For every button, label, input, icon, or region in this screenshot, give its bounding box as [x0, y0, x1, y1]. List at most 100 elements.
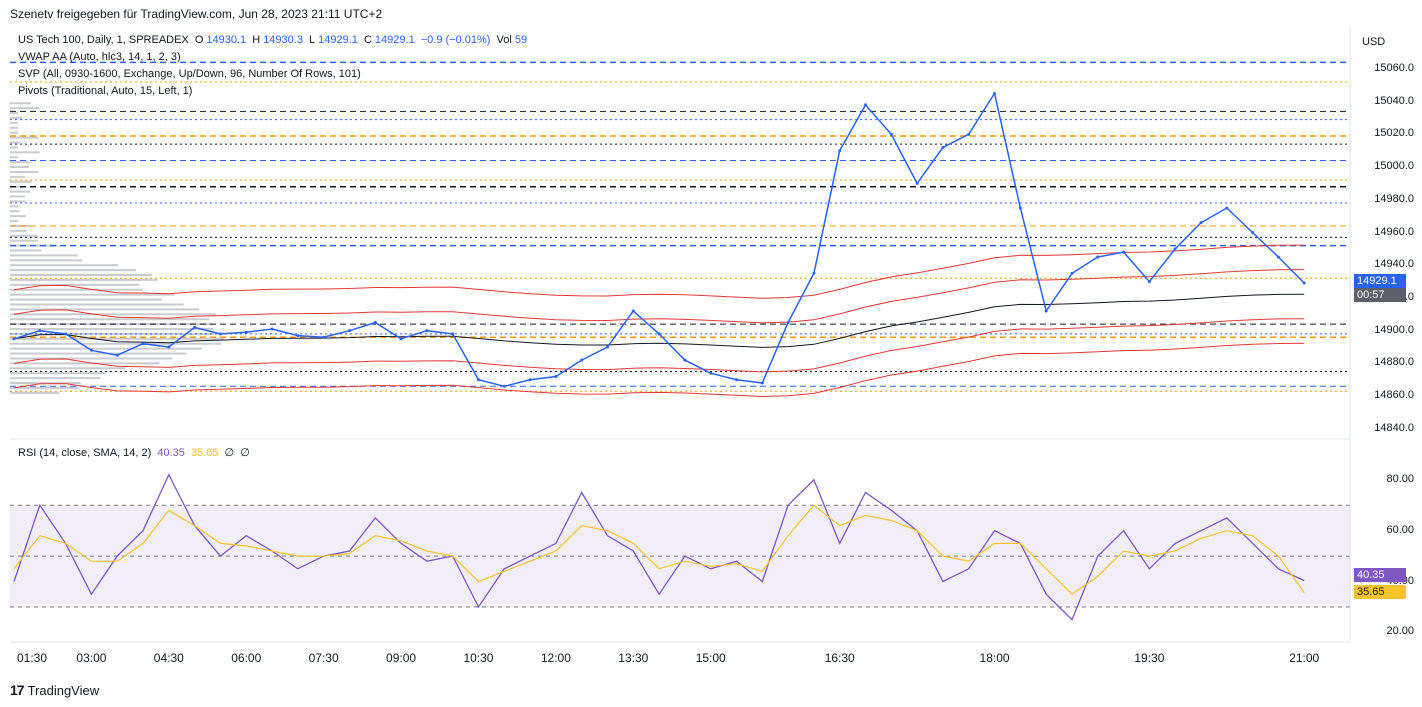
bar-countdown-tag: 00:57: [1354, 288, 1406, 302]
indicator-svp-legend[interactable]: SVP (All, 0930-1600, Exchange, Up/Down, …: [18, 68, 361, 80]
volume-profile-bar: [10, 377, 100, 379]
volume-profile-bar: [10, 357, 172, 359]
price-point: [322, 336, 325, 339]
volume-profile-bar: [10, 313, 216, 315]
volume-profile-bar: [10, 372, 106, 374]
price-point: [761, 382, 764, 385]
volume-profile-bar: [10, 353, 187, 355]
volume-profile-bar: [10, 303, 184, 305]
volume-profile-bar: [10, 112, 18, 114]
volume-profile-bar: [10, 181, 32, 183]
price-point: [1019, 206, 1022, 209]
tradingview-logo[interactable]: 17 TradingView: [10, 682, 99, 698]
time-tick-label: 03:00: [76, 651, 106, 665]
low-label: L: [309, 34, 315, 46]
price-point: [632, 310, 635, 313]
rsi-pane[interactable]: [10, 475, 1350, 620]
indicator-pivots-legend[interactable]: Pivots (Traditional, Auto, 15, Left, 1): [18, 85, 192, 97]
price-point: [735, 378, 738, 381]
price-point: [864, 103, 867, 106]
volume-profile-bar: [10, 220, 18, 222]
volume-profile-bar: [10, 176, 25, 178]
volume-profile-bar: [10, 235, 38, 237]
volume-profile-bar: [10, 166, 29, 168]
time-tick-label: 04:30: [154, 651, 184, 665]
low-value: 14929.1: [318, 34, 358, 46]
high-label: H: [252, 34, 260, 46]
price-tick-label: 14900.0: [1364, 324, 1414, 336]
price-point: [1045, 310, 1048, 313]
price-pane[interactable]: [10, 26, 1350, 437]
price-point: [348, 329, 351, 332]
price-point: [787, 321, 790, 324]
volume-profile-bar: [10, 318, 209, 320]
time-tick-label: 13:30: [618, 651, 648, 665]
open-value: 14930.1: [206, 34, 246, 46]
price-tick-label: 14940.0: [1364, 258, 1414, 270]
price-point: [1070, 272, 1073, 275]
time-tick-label: 18:00: [980, 651, 1010, 665]
rsi-na-1: ∅: [225, 447, 235, 459]
rsi-legend[interactable]: RSI (14, close, SMA, 14, 2) 40.35 35.65 …: [18, 446, 253, 459]
close-label: C: [364, 34, 372, 46]
price-point: [606, 346, 609, 349]
volume-profile-bar: [10, 279, 157, 281]
volume-profile-bar: [10, 367, 126, 369]
volume-profile-bar: [10, 200, 25, 202]
time-tick-label: 21:00: [1289, 651, 1319, 665]
bar-countdown-value: 00:57: [1357, 289, 1403, 301]
volume-value: 59: [515, 34, 527, 46]
price-point: [838, 149, 841, 152]
price-point: [271, 328, 274, 331]
volume-profile-bar: [10, 348, 202, 350]
volume-profile-bar: [10, 156, 18, 158]
price-tick-label: 15040.0: [1364, 95, 1414, 107]
volume-profile-bar: [10, 264, 118, 266]
price-point: [477, 378, 480, 381]
price-point: [503, 385, 506, 388]
symbol-title: US Tech 100, Daily, 1, SPREADEX: [18, 34, 189, 46]
price-point: [890, 133, 893, 136]
volume-profile-bar: [10, 294, 174, 296]
volume-profile-bar: [10, 127, 18, 129]
currency-label[interactable]: USD: [1362, 36, 1385, 48]
volume-profile-bar: [10, 392, 59, 394]
indicator-vwap-legend[interactable]: VWAP AA (Auto, hlc3, 14, 1, 2, 3): [18, 51, 181, 63]
price-tick-label: 14840.0: [1364, 422, 1414, 434]
price-tick-label: 14860.0: [1364, 389, 1414, 401]
time-tick-label: 12:00: [541, 651, 571, 665]
price-point: [812, 272, 815, 275]
price-tick-label: 15000.0: [1364, 160, 1414, 172]
high-value: 14930.3: [263, 34, 303, 46]
time-tick-label: 10:30: [463, 651, 493, 665]
time-tick-label: 07:30: [309, 651, 339, 665]
volume-profile-bar: [10, 107, 39, 109]
price-point: [38, 329, 41, 332]
price-point: [1122, 251, 1125, 254]
rsi-tick-label: 80.00: [1364, 473, 1414, 485]
volume-profile-bar: [10, 161, 30, 163]
tradingview-logo-icon: 17: [10, 682, 24, 698]
symbol-legend[interactable]: US Tech 100, Daily, 1, SPREADEX O14930.1…: [18, 34, 530, 46]
price-point: [1277, 256, 1280, 259]
volume-profile-bar: [10, 299, 162, 301]
rsi-title: RSI (14, close, SMA, 14, 2): [18, 447, 151, 459]
price-point: [1096, 256, 1099, 259]
change-value: −0.9 (−0.01%): [421, 34, 491, 46]
price-point: [90, 349, 93, 352]
time-tick-label: 01:30: [17, 651, 47, 665]
volume-profile-bar: [10, 254, 78, 256]
volume-profile-bar: [10, 137, 38, 139]
rsi-sma-tag-value: 35.65: [1357, 586, 1403, 598]
price-tick-label: 14980.0: [1364, 193, 1414, 205]
price-point: [1199, 221, 1202, 224]
price-point: [1251, 231, 1254, 234]
volume-profile-bar: [10, 210, 19, 212]
volume-profile-bar: [10, 142, 20, 144]
price-point: [554, 375, 557, 378]
volume-profile-bar: [10, 274, 152, 276]
price-point: [1303, 282, 1306, 285]
volume-profile-bar: [10, 284, 139, 286]
chart-canvas[interactable]: [0, 0, 1422, 707]
volume-profile-bar: [10, 132, 18, 134]
